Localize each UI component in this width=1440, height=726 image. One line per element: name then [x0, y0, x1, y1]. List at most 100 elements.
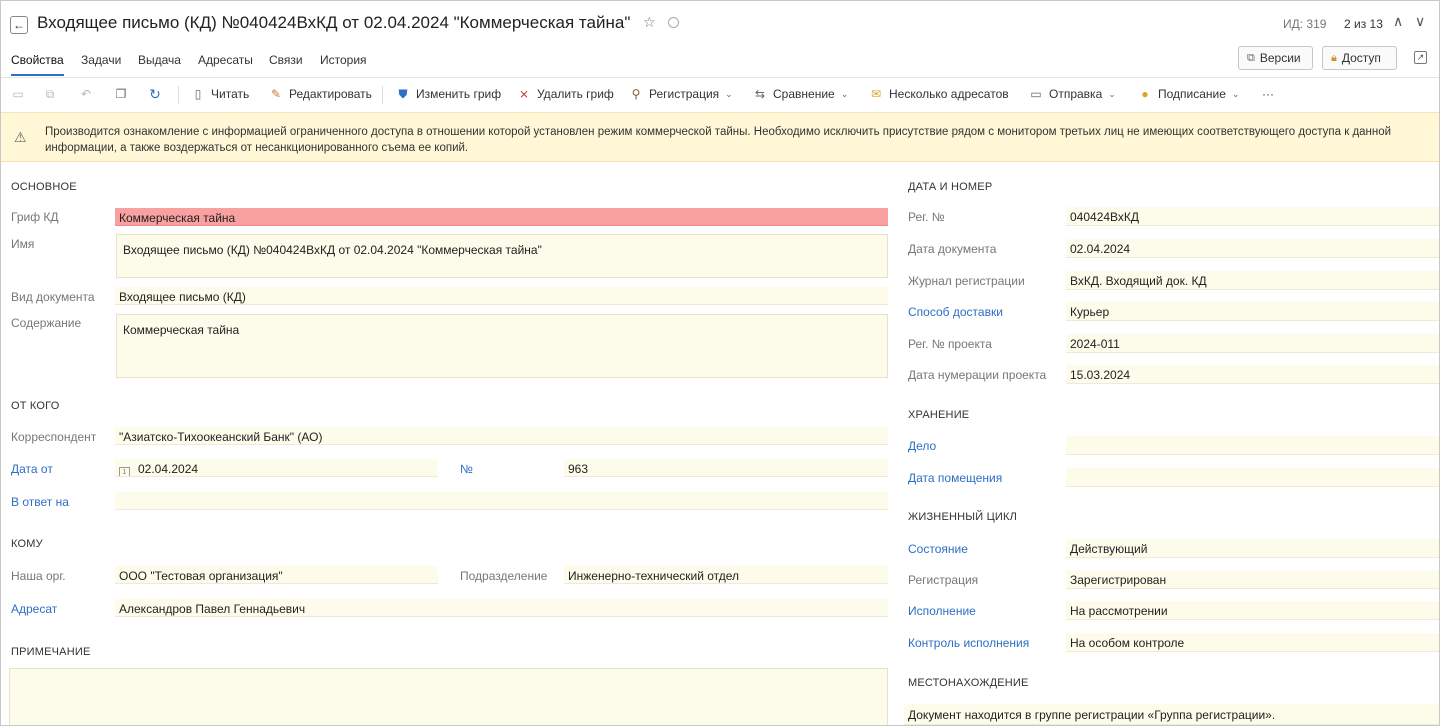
warning-banner: ⚠ Производится ознакомление с информацие… [1, 112, 1439, 162]
project-no-field[interactable]: 2024-011 [1066, 334, 1439, 353]
name-label: Имя [11, 237, 35, 251]
tab-history[interactable]: История [320, 53, 367, 67]
chevron-down-icon[interactable]: ∨ [1415, 13, 1425, 30]
placement-date-field[interactable] [1066, 468, 1439, 487]
reply-to-label[interactable]: В ответ на [11, 495, 69, 509]
status-circle-icon[interactable] [668, 17, 679, 28]
section-storage: ХРАНЕНИЕ [908, 409, 970, 421]
execution-field[interactable]: На рассмотрении [1066, 601, 1439, 620]
case-field[interactable] [1066, 436, 1439, 455]
access-button-label: Доступ [1341, 51, 1381, 65]
correspondent-field[interactable]: "Азиатско-Тихоокеанский Банк" (АО) [115, 427, 888, 445]
project-no-label: Рег. № проекта [908, 337, 992, 351]
chevron-down-icon: ⌄ [840, 88, 849, 99]
delete-grif-button[interactable]: ⨯ Удалить гриф [517, 87, 614, 101]
send-menu[interactable]: ▭ Отправка ⌄ [1029, 87, 1116, 101]
delivery-field[interactable]: Курьер [1066, 302, 1439, 321]
save-icon[interactable]: ▭ [11, 87, 25, 101]
save-close-icon[interactable]: ⧉ [43, 87, 57, 101]
date-from-field[interactable]: 1 02.04.2024 [115, 459, 438, 477]
record-id: ИД: 319 [1283, 17, 1327, 31]
department-field[interactable]: Инженерно-технический отдел [564, 566, 888, 584]
doc-date-label: Дата документа [908, 242, 997, 256]
access-button[interactable]: 🔒︎ Доступ [1322, 46, 1397, 70]
delivery-label[interactable]: Способ доставки [908, 305, 1003, 319]
compare-menu-label: Сравнение [773, 87, 835, 101]
chevron-down-icon: ⌄ [1231, 88, 1240, 99]
section-from: ОТ КОГО [11, 400, 60, 412]
tabs-divider [1, 77, 1439, 78]
tab-links[interactable]: Связи [269, 53, 303, 67]
tab-tasks[interactable]: Задачи [81, 53, 121, 67]
multi-addressees-button[interactable]: ✉ Несколько адресатов [869, 87, 1009, 101]
refresh-icon[interactable]: ↻ [148, 87, 162, 101]
arrow-left-icon: ← [13, 18, 25, 32]
chevron-down-icon: ⌄ [725, 88, 733, 99]
copy-doc-icon[interactable]: ❐ [114, 87, 128, 101]
sign-menu-label: Подписание [1158, 87, 1226, 101]
toolbar-separator [178, 86, 179, 104]
change-grif-label: Изменить гриф [416, 87, 502, 101]
reg-no-field[interactable]: 040424ВхКД [1066, 207, 1439, 226]
addressee-field[interactable]: Александров Павел Геннадьевич [115, 599, 888, 617]
note-field[interactable] [9, 668, 888, 725]
read-button[interactable]: ▯ Читать [191, 87, 250, 101]
reply-to-field[interactable] [115, 492, 888, 510]
back-button[interactable]: ← [10, 16, 28, 34]
star-icon[interactable]: ☆ [643, 14, 656, 31]
registration-field[interactable]: Зарегистрирован [1066, 570, 1439, 589]
more-icon[interactable]: ··· [1262, 87, 1274, 101]
doctype-field[interactable]: Входящее письмо (КД) [115, 287, 888, 305]
our-org-label: Наша орг. [11, 569, 66, 583]
chevron-down-icon: ⌄ [1108, 88, 1116, 99]
doc-date-field[interactable]: 02.04.2024 [1066, 239, 1439, 258]
execution-label[interactable]: Исполнение [908, 604, 976, 618]
reg-no-label: Рег. № [908, 210, 945, 224]
name-field[interactable]: Входящее письмо (КД) №040424ВхКД от 02.0… [116, 234, 888, 278]
our-org-field[interactable]: ООО "Тестовая организация" [115, 566, 438, 584]
multi-addressees-label: Несколько адресатов [889, 87, 1009, 101]
state-field[interactable]: Действующий [1066, 539, 1439, 558]
edit-button[interactable]: ✎ Редактировать [269, 87, 372, 101]
calendar-icon[interactable]: 1 [119, 467, 130, 476]
registration-menu[interactable]: ⚲ Регистрация ⌄ [629, 87, 733, 101]
grif-field[interactable]: Коммерческая тайна [115, 208, 888, 226]
chevron-up-icon[interactable]: ∧ [1393, 13, 1403, 30]
page-title: Входящее письмо (КД) №040424ВхКД от 02.0… [37, 13, 631, 32]
project-date-field[interactable]: 15.03.2024 [1066, 365, 1439, 384]
journal-field[interactable]: ВхКД. Входящий док. КД [1066, 271, 1439, 290]
content-field[interactable]: Коммерческая тайна [116, 314, 888, 378]
warning-icon: ⚠ [14, 129, 27, 145]
location-text: Документ находится в группе регистрации … [904, 704, 1439, 725]
tab-properties[interactable]: Свойства [11, 53, 64, 67]
department-label: Подразделение [460, 569, 548, 583]
sign-menu[interactable]: ● Подписание ⌄ [1138, 87, 1239, 101]
active-tab-indicator [11, 74, 64, 76]
tab-issuance[interactable]: Выдача [138, 53, 181, 67]
envelopes-icon: ✉ [870, 87, 882, 101]
state-label[interactable]: Состояние [908, 542, 968, 556]
compare-menu[interactable]: ⇆ Сравнение ⌄ [753, 87, 848, 101]
undo-icon[interactable]: ↶ [79, 87, 93, 101]
number-field[interactable]: 963 [564, 459, 888, 477]
journal-label: Журнал регистрации [908, 274, 1025, 288]
date-from-label[interactable]: Дата от [11, 462, 53, 476]
versions-button[interactable]: ⧉ Версии [1238, 46, 1313, 70]
change-grif-button[interactable]: ⛊ Изменить гриф [396, 87, 501, 101]
toolbar-separator [382, 86, 383, 104]
addressee-label[interactable]: Адресат [11, 602, 57, 616]
title-bar: ← Входящее письмо (КД) №040424ВхКД от 02… [1, 1, 1439, 45]
warning-text: Производится ознакомление с информацией … [45, 126, 1392, 154]
number-label[interactable]: № [460, 462, 473, 476]
pager-position: 2 из 13 [1344, 17, 1383, 31]
section-lifecycle: ЖИЗНЕННЫЙ ЦИКЛ [908, 511, 1018, 523]
section-to: КОМУ [11, 538, 43, 550]
execution-control-label[interactable]: Контроль исполнения [908, 636, 1029, 650]
placement-date-label[interactable]: Дата помещения [908, 471, 1002, 485]
execution-control-field[interactable]: На особом контроле [1066, 633, 1439, 652]
read-button-label: Читать [211, 87, 250, 101]
open-external-icon[interactable]: ↗ [1414, 51, 1427, 64]
lock-icon: 🔒︎ [1331, 51, 1337, 64]
tab-addressees[interactable]: Адресаты [198, 53, 253, 67]
case-label[interactable]: Дело [908, 439, 936, 453]
